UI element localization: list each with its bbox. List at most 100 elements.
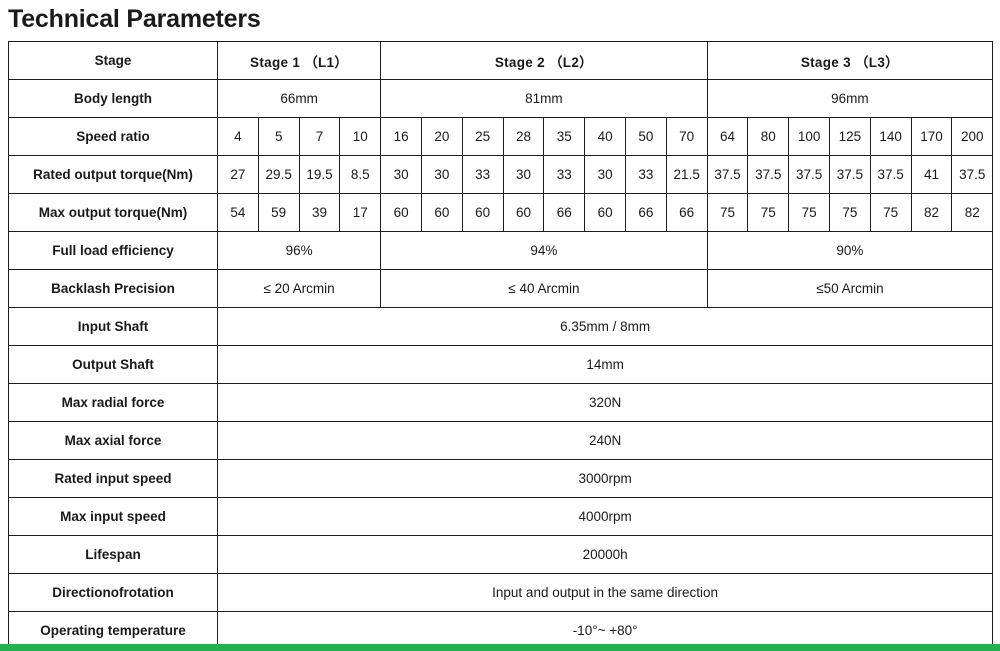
table-row-lifespan: Lifespan 20000h (8, 535, 994, 574)
rated-torque-cell: 27 (217, 155, 259, 194)
rated-torque-cell: 37.5 (706, 155, 749, 194)
rated-torque-cell: 29.5 (257, 155, 300, 194)
rated-torque-cell: 41 (910, 155, 953, 194)
row-label-full-load-efficiency: Full load efficiency (8, 231, 218, 270)
table-row-max-input-speed: Max input speed 4000rpm (8, 497, 994, 536)
speed-ratio-cell: 10 (339, 117, 382, 156)
table-row-max-output-torque: Max output torque(Nm) 54 59 39 17 60 60 … (8, 193, 994, 232)
max-torque-cell: 60 (421, 193, 463, 232)
speed-ratio-cell: 40 (584, 117, 626, 156)
speed-ratio-cell: 4 (217, 117, 259, 156)
speed-ratio-cell: 170 (910, 117, 953, 156)
table-row-backlash-precision: Backlash Precision ≤ 20 Arcmin ≤ 40 Arcm… (8, 269, 994, 308)
table-row-input-shaft: Input Shaft 6.35mm / 8mm (8, 307, 994, 346)
max-torque-cell: 82 (951, 193, 994, 232)
rated-torque-cell: 37.5 (869, 155, 912, 194)
max-torque-cell: 82 (910, 193, 953, 232)
efficiency-stage-2: 94% (380, 231, 708, 270)
speed-ratio-cell: 140 (869, 117, 912, 156)
rated-torque-cell: 37.5 (951, 155, 994, 194)
value-input-shaft: 6.35mm / 8mm (216, 307, 994, 346)
table-row-direction-of-rotation: Directionofrotation Input and output in … (8, 573, 994, 612)
speed-ratio-cell: 16 (380, 117, 422, 156)
header-stage-1: Stage 1 （L1） (216, 41, 382, 80)
max-torque-cell: 39 (298, 193, 341, 232)
backlash-stage-2: ≤ 40 Arcmin (380, 269, 708, 308)
speed-ratio-cell: 5 (257, 117, 300, 156)
body-length-stage-2: 81mm (380, 79, 708, 118)
value-max-axial-force: 240N (216, 421, 994, 460)
value-direction-of-rotation: Input and output in the same direction (216, 573, 994, 612)
speed-ratio-cell: 50 (624, 117, 667, 156)
table-row-output-shaft: Output Shaft 14mm (8, 345, 994, 384)
table-row-stage: Stage Stage 1 （L1） Stage 2 （L2） Stage 3 … (8, 41, 994, 80)
header-stage-3: Stage 3 （L3） (706, 41, 994, 80)
speed-ratio-cell: 70 (665, 117, 708, 156)
max-torque-cell: 60 (584, 193, 626, 232)
speed-ratio-cell: 25 (461, 117, 504, 156)
row-label-rated-input-speed: Rated input speed (8, 459, 218, 498)
max-torque-cell: 54 (217, 193, 259, 232)
value-rated-input-speed: 3000rpm (216, 459, 994, 498)
rated-torque-cell: 30 (421, 155, 463, 194)
row-label-max-output-torque: Max output torque(Nm) (8, 193, 218, 232)
row-label-direction-of-rotation: Directionofrotation (8, 573, 218, 612)
speed-ratio-cell: 64 (706, 117, 749, 156)
speed-ratio-cell: 28 (502, 117, 545, 156)
table-row-max-axial-force: Max axial force 240N (8, 421, 994, 460)
rated-torque-cell: 8.5 (339, 155, 382, 194)
row-label-max-input-speed: Max input speed (8, 497, 218, 536)
row-label-lifespan: Lifespan (8, 535, 218, 574)
max-torque-cell: 75 (706, 193, 749, 232)
max-torque-cell: 75 (828, 193, 871, 232)
speed-ratio-cell: 100 (788, 117, 830, 156)
table-row-rated-input-speed: Rated input speed 3000rpm (8, 459, 994, 498)
row-label-speed-ratio: Speed ratio (8, 117, 218, 156)
max-torque-cell: 75 (788, 193, 830, 232)
value-lifespan: 20000h (216, 535, 994, 574)
rated-torque-cell: 33 (624, 155, 667, 194)
rated-torque-cell: 19.5 (298, 155, 341, 194)
row-label-max-radial-force: Max radial force (8, 383, 218, 422)
rated-torque-cell: 33 (543, 155, 586, 194)
efficiency-stage-1: 96% (216, 231, 382, 270)
value-output-shaft: 14mm (216, 345, 994, 384)
speed-ratio-cell: 200 (951, 117, 994, 156)
table-row-full-load-efficiency: Full load efficiency 96% 94% 90% (8, 231, 994, 270)
table-row-max-radial-force: Max radial force 320N (8, 383, 994, 422)
table-row-body-length: Body length 66mm 81mm 96mm (8, 79, 994, 118)
technical-parameters-table: Stage Stage 1 （L1） Stage 2 （L2） Stage 3 … (8, 41, 994, 650)
max-torque-cell: 17 (339, 193, 382, 232)
max-torque-cell: 66 (665, 193, 708, 232)
body-length-stage-3: 96mm (706, 79, 994, 118)
backlash-stage-3: ≤50 Arcmin (706, 269, 994, 308)
speed-ratio-cell: 7 (298, 117, 341, 156)
max-torque-cell: 60 (461, 193, 504, 232)
max-torque-cell: 60 (502, 193, 545, 232)
rated-torque-cell: 30 (502, 155, 545, 194)
rated-torque-cell: 37.5 (828, 155, 871, 194)
body-length-stage-1: 66mm (216, 79, 382, 118)
spec-sheet-page: Technical Parameters Stage Stage 1 （L1） … (0, 0, 1000, 651)
max-torque-cell: 59 (257, 193, 300, 232)
table-row-rated-output-torque: Rated output torque(Nm) 27 29.5 19.5 8.5… (8, 155, 994, 194)
speed-ratio-cell: 80 (747, 117, 790, 156)
table-row-speed-ratio: Speed ratio 4 5 7 10 16 20 25 28 35 40 5… (8, 117, 994, 156)
value-max-radial-force: 320N (216, 383, 994, 422)
row-label-backlash-precision: Backlash Precision (8, 269, 218, 308)
max-torque-cell: 75 (747, 193, 790, 232)
max-torque-cell: 66 (543, 193, 586, 232)
max-torque-cell: 60 (380, 193, 422, 232)
row-label-stage: Stage (8, 41, 218, 80)
speed-ratio-cell: 20 (421, 117, 463, 156)
row-label-body-length: Body length (8, 79, 218, 118)
value-max-input-speed: 4000rpm (216, 497, 994, 536)
speed-ratio-cell: 125 (828, 117, 871, 156)
rated-torque-cell: 21.5 (665, 155, 708, 194)
rated-torque-cell: 37.5 (788, 155, 830, 194)
max-torque-cell: 75 (869, 193, 912, 232)
bottom-accent-bar (0, 644, 1000, 651)
rated-torque-cell: 30 (380, 155, 422, 194)
row-label-output-shaft: Output Shaft (8, 345, 218, 384)
speed-ratio-cell: 35 (543, 117, 586, 156)
